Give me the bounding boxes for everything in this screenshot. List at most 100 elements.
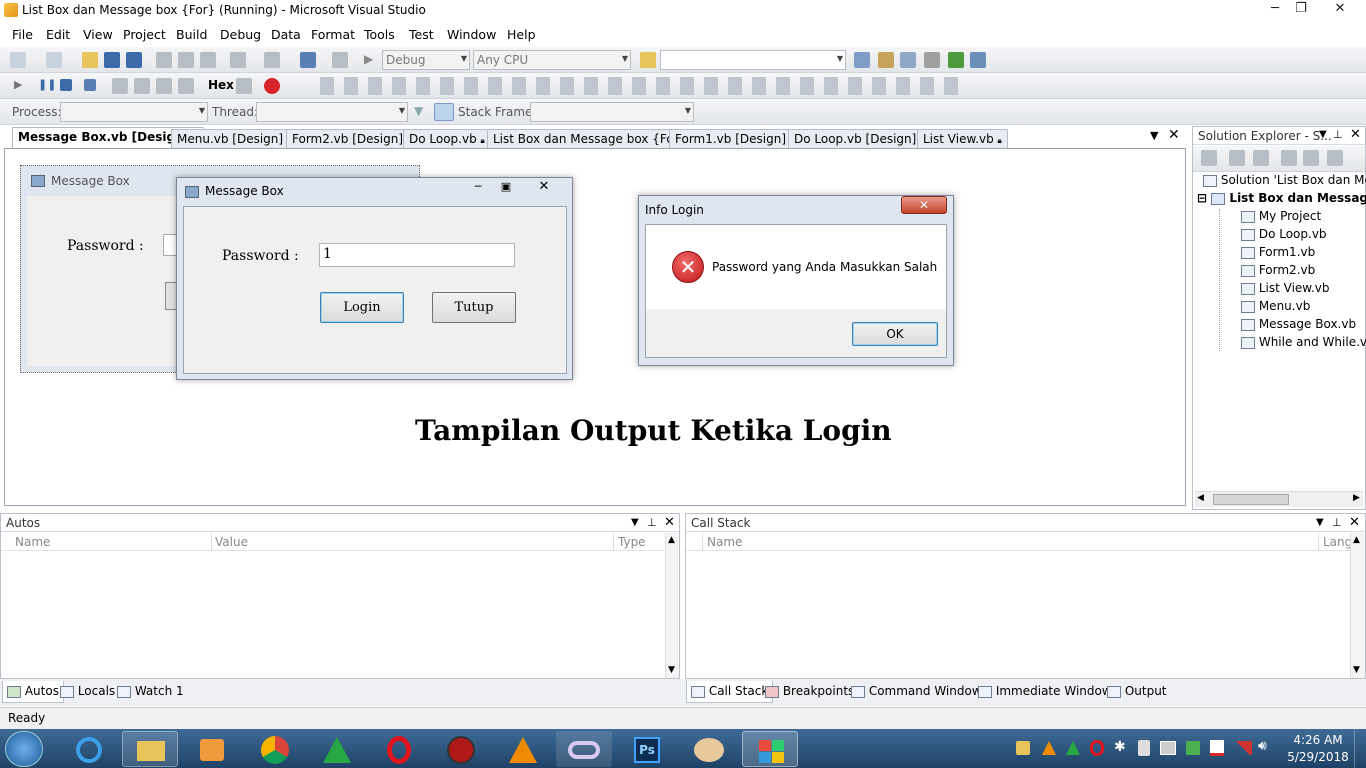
opera-icon[interactable] bbox=[370, 731, 426, 767]
tree-item-list-view[interactable]: List View.vb bbox=[1241, 281, 1330, 295]
pane-dropdown-icon[interactable]: ▼ bbox=[1319, 129, 1327, 140]
tree-item-while[interactable]: While and While.vb bbox=[1241, 335, 1366, 349]
close-pane-icon[interactable]: ✕ bbox=[1350, 127, 1361, 142]
clock-date[interactable]: 5/29/2018 bbox=[1284, 750, 1352, 764]
tab-list-view[interactable]: List View.vb 🔒︎ bbox=[917, 129, 1008, 148]
volume-icon[interactable]: 🔊︎ bbox=[1258, 738, 1267, 754]
new-project-icon[interactable] bbox=[10, 52, 26, 68]
column-type[interactable]: Type bbox=[618, 535, 646, 549]
solution-explorer-icon[interactable] bbox=[854, 52, 870, 68]
pane-dropdown-icon[interactable]: ▼ bbox=[631, 517, 639, 528]
continue-icon[interactable]: ▶ bbox=[14, 78, 22, 91]
minimize-icon[interactable]: ─ bbox=[465, 180, 491, 196]
vlc-icon[interactable] bbox=[494, 731, 550, 767]
tree-solution[interactable]: Solution 'List Box dan Message bbox=[1203, 173, 1366, 187]
menu-edit[interactable]: Edit bbox=[46, 27, 70, 42]
tab-form2-design[interactable]: Form2.vb [Design] 🔒︎ bbox=[286, 129, 418, 148]
open-folder-icon[interactable] bbox=[82, 52, 98, 68]
paste-icon[interactable] bbox=[200, 52, 216, 68]
scrollbar-thumb[interactable] bbox=[1213, 494, 1289, 505]
menu-window[interactable]: Window bbox=[447, 27, 496, 42]
view-code-icon[interactable] bbox=[1281, 150, 1297, 166]
platform-select[interactable]: Any CPU ▼ bbox=[473, 50, 631, 70]
tab-do-loop[interactable]: Do Loop.vb 🔒︎ bbox=[403, 129, 491, 148]
breakpoint-tool-icon[interactable] bbox=[236, 78, 252, 94]
pin-icon[interactable]: ⊥ bbox=[647, 516, 657, 529]
undo-icon[interactable] bbox=[230, 52, 246, 68]
clock-time[interactable]: 4:26 AM bbox=[1290, 733, 1346, 747]
battery-icon[interactable] bbox=[1186, 741, 1200, 755]
start-page-icon[interactable] bbox=[948, 52, 964, 68]
column-name[interactable]: Name bbox=[707, 535, 742, 549]
tab-do-loop-design[interactable]: Do Loop.vb [Design] 🔒︎ bbox=[788, 129, 931, 148]
scroll-down-icon[interactable]: ▼ bbox=[1353, 665, 1360, 675]
horizontal-scrollbar[interactable]: ◀ ▶ bbox=[1195, 491, 1363, 507]
copy-icon[interactable] bbox=[178, 52, 194, 68]
menu-data[interactable]: Data bbox=[271, 27, 301, 42]
stop-icon[interactable] bbox=[60, 79, 72, 91]
menu-project[interactable]: Project bbox=[123, 27, 166, 42]
menu-help[interactable]: Help bbox=[507, 27, 536, 42]
close-icon[interactable]: ✕ bbox=[901, 196, 947, 214]
tray-opera-icon[interactable] bbox=[1090, 740, 1104, 756]
menu-test[interactable]: Test bbox=[409, 27, 434, 42]
view-designer-icon[interactable] bbox=[1303, 150, 1319, 166]
thread-select[interactable]: ▼ bbox=[256, 102, 408, 122]
menu-tools[interactable]: Tools bbox=[364, 27, 395, 42]
pause-icon[interactable]: ❚❚ bbox=[38, 78, 56, 91]
show-all-files-icon[interactable] bbox=[1229, 150, 1245, 166]
object-browser-icon[interactable] bbox=[900, 52, 916, 68]
tab-form1-design[interactable]: Form1.vb [Design] 🔒︎ bbox=[669, 129, 801, 148]
tab-menu-design[interactable]: Menu.vb [Design] 🔒︎ bbox=[171, 129, 298, 148]
show-next-statement-icon[interactable] bbox=[112, 78, 128, 94]
ok-button[interactable]: OK bbox=[852, 322, 938, 346]
network-icon[interactable] bbox=[1234, 741, 1252, 755]
refresh-icon[interactable] bbox=[1253, 150, 1269, 166]
action-center-icon[interactable] bbox=[1210, 740, 1224, 756]
tray-vlc-icon[interactable] bbox=[1042, 741, 1056, 755]
show-desktop-button[interactable] bbox=[1354, 729, 1366, 768]
close-pane-icon[interactable]: ✕ bbox=[664, 515, 675, 530]
start-button[interactable] bbox=[5, 731, 43, 767]
maximize-button[interactable]: ❐ bbox=[1288, 0, 1314, 18]
tab-autos[interactable]: Autos bbox=[2, 681, 64, 703]
chrome-icon[interactable] bbox=[246, 731, 302, 767]
password-input[interactable]: 1 bbox=[319, 243, 515, 267]
find-combo[interactable]: ▼ bbox=[660, 50, 846, 70]
properties-icon[interactable] bbox=[878, 52, 894, 68]
tab-output[interactable]: Output bbox=[1103, 681, 1171, 703]
tab-breakpoints[interactable]: Breakpoints bbox=[761, 681, 858, 703]
tree-item-form2[interactable]: Form2.vb bbox=[1241, 263, 1315, 277]
menu-file[interactable]: File bbox=[12, 27, 33, 42]
navigate-icon[interactable] bbox=[300, 52, 316, 68]
tree-item-do-loop[interactable]: Do Loop.vb bbox=[1241, 227, 1327, 241]
scroll-up-icon[interactable]: ▲ bbox=[668, 535, 675, 545]
scroll-left-icon[interactable]: ◀ bbox=[1197, 493, 1204, 503]
column-name[interactable]: Name bbox=[15, 535, 50, 549]
add-item-icon[interactable] bbox=[46, 52, 62, 68]
menu-view[interactable]: View bbox=[83, 27, 113, 42]
command-window-icon[interactable] bbox=[970, 52, 986, 68]
tree-item-menu[interactable]: Menu.vb bbox=[1241, 299, 1310, 313]
pin-icon[interactable]: ⊥ bbox=[1332, 516, 1342, 529]
tab-list-dropdown-icon[interactable]: ▼ bbox=[1150, 129, 1158, 142]
tree-item-form1[interactable]: Form1.vb bbox=[1241, 245, 1315, 259]
tree-project[interactable]: ⊟ List Box dan Message bbox=[1197, 191, 1366, 205]
paint-icon[interactable] bbox=[680, 731, 736, 767]
media-player-icon[interactable] bbox=[184, 731, 240, 767]
usb-icon[interactable] bbox=[1138, 740, 1150, 756]
class-diagram-icon[interactable] bbox=[1327, 150, 1343, 166]
vertical-scrollbar[interactable]: ▲ ▼ bbox=[1350, 533, 1365, 678]
column-lang[interactable]: Lang bbox=[1323, 535, 1352, 549]
tab-command-window[interactable]: Command Window bbox=[847, 681, 986, 703]
layout-tools-group[interactable] bbox=[320, 77, 960, 95]
vertical-scrollbar[interactable]: ▲ ▼ bbox=[665, 533, 679, 678]
windows-form-app-icon[interactable] bbox=[742, 731, 798, 767]
file-explorer-icon[interactable] bbox=[122, 731, 178, 767]
breakpoints-window-icon[interactable] bbox=[264, 78, 280, 94]
restart-icon[interactable] bbox=[84, 79, 96, 91]
tray-folder-icon[interactable] bbox=[1016, 741, 1030, 755]
filter-icon[interactable]: ▼ bbox=[414, 104, 423, 118]
column-value[interactable]: Value bbox=[215, 535, 248, 549]
navigate-forward-icon[interactable] bbox=[332, 52, 348, 68]
